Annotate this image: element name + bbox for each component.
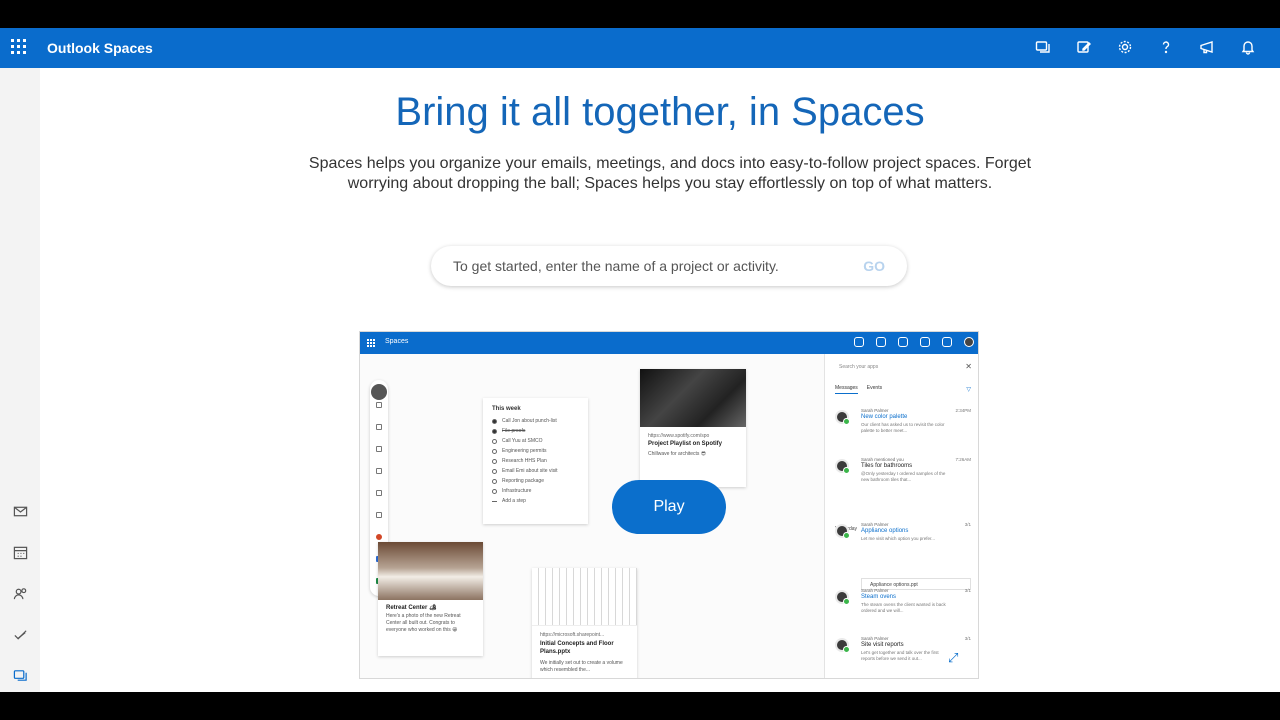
message-subject: Steam ovens <box>861 594 897 600</box>
todo-card: This week Call Jon about punch-list File… <box>483 398 588 524</box>
tab-events: Events <box>866 385 883 391</box>
avatar <box>835 524 850 539</box>
message-time: 3/1 <box>964 588 971 593</box>
retreat-title: Retreat Center 🏕 <box>386 605 437 611</box>
list-item: Engineering permits <box>492 446 579 456</box>
retreat-image <box>378 542 483 600</box>
list-item: Sarah Palmer 3/1 Steam ovens The steam o… <box>835 588 973 628</box>
play-button[interactable]: Play <box>612 480 726 534</box>
floorplan-title: Initial Concepts and Floor Plans.pptx <box>540 641 614 655</box>
spaces-app-icon[interactable] <box>11 666 29 684</box>
floorplan-card: https://microsoft.sharepoint... Initial … <box>532 568 637 678</box>
preview-app-title: Spaces <box>385 338 409 345</box>
message-subject: Tiles for bathrooms <box>861 463 913 469</box>
message-from: Sarah Palmer <box>861 636 889 641</box>
hero-title: Bring it all together, in Spaces <box>395 90 925 134</box>
message-time: 7:26AM <box>955 457 971 462</box>
close-icon: ✕ <box>965 362 972 371</box>
message-subject: New color palette <box>861 414 908 420</box>
list-item: Infrastructure <box>492 486 579 496</box>
people-icon[interactable] <box>11 584 29 602</box>
playlist-card: https://www.spotify.com/spo Project Play… <box>640 369 746 487</box>
calendar-icon[interactable] <box>11 543 29 561</box>
mail-icon[interactable] <box>11 502 29 520</box>
message-subject: Appliance options <box>861 528 909 534</box>
pane-search: Search your apps <box>839 364 879 370</box>
preview-avatar <box>371 384 387 400</box>
message-preview: The steam ovens the client wanted is bac… <box>861 602 946 613</box>
list-item: Research HHS Plan <box>492 456 579 466</box>
help-icon[interactable] <box>1156 37 1176 57</box>
project-name-input[interactable] <box>453 254 833 278</box>
list-item: Call Yuu at SMCO <box>492 436 579 446</box>
list-item: Email Emi about site visit <box>492 466 579 476</box>
message-from: Sarah Palmer <box>861 408 889 413</box>
playlist-title: Project Playlist on Spotify <box>648 441 723 447</box>
preview-top-bar: Spaces <box>360 332 978 354</box>
avatar <box>835 638 850 653</box>
tab-messages: Messages <box>835 385 858 394</box>
retreat-sub: Here's a photo of the new Retreat Center… <box>386 613 461 633</box>
preview-launcher-icon <box>367 339 375 347</box>
message-time: 2:34PM <box>955 408 971 413</box>
preview-toolbar-icons <box>854 337 974 347</box>
message-preview: Let me visit which option you prefer... <box>861 536 936 541</box>
message-preview: @Only yesterday I ordered samples of the… <box>861 471 946 482</box>
top-bar: Outlook Spaces <box>0 28 1280 68</box>
app-window: Outlook Spaces Bring it all together, in… <box>0 28 1280 692</box>
list-item: Add a step <box>492 496 579 506</box>
list-item: File proofs <box>492 426 579 436</box>
message-preview: Our client has asked us to revisit the c… <box>861 422 945 433</box>
message-time: 3/1 <box>964 636 971 641</box>
feedback-megaphone-icon[interactable] <box>1197 37 1217 57</box>
floorplan-url: https://microsoft.sharepoint... <box>540 632 605 638</box>
message-from: Sarah mentioned you <box>861 457 904 462</box>
spaces-icon[interactable] <box>1033 37 1053 57</box>
app-launcher-icon[interactable] <box>11 39 27 55</box>
avatar <box>835 459 850 474</box>
playlist-sub: Chillwave for architects 😎 <box>648 451 707 457</box>
todo-check-icon[interactable] <box>11 625 29 643</box>
avatar <box>835 590 850 605</box>
avatar <box>835 410 850 425</box>
list-item: Sarah mentioned you 7:26AM Tiles for bat… <box>835 457 973 497</box>
list-item: Call Jon about punch-list <box>492 416 579 426</box>
list-item: Sarah Palmer 3/1 Appliance options Let m… <box>835 522 973 562</box>
message-preview: Let's get together and talk over the fir… <box>861 650 939 661</box>
bell-icon[interactable] <box>1238 37 1258 57</box>
message-subject: Site visit reports <box>861 642 904 648</box>
preview-video[interactable]: Spaces This week Call Jon about punch-li… <box>359 331 979 679</box>
go-button[interactable]: GO <box>863 258 885 274</box>
playlist-image <box>640 369 746 427</box>
expand-icon: ⤢ <box>948 650 959 665</box>
compose-icon[interactable] <box>1074 37 1094 57</box>
floorplan-sub: We initially set out to create a volume … <box>540 660 623 673</box>
settings-gear-icon[interactable] <box>1115 37 1135 57</box>
messages-pane: Search your apps ✕ Messages Events ▽ Sar… <box>824 354 978 678</box>
filter-icon: ▽ <box>966 387 971 393</box>
app-title[interactable]: Outlook Spaces <box>47 40 153 56</box>
todo-header: This week <box>492 406 521 412</box>
retreat-card: Retreat Center 🏕 Here's a photo of the n… <box>378 542 483 656</box>
list-item: Sarah Palmer 2:34PM New color palette Ou… <box>835 408 973 448</box>
message-from: Sarah Palmer <box>861 588 889 593</box>
project-search-box: GO <box>431 246 907 286</box>
left-rail <box>0 68 40 692</box>
floorplan-image <box>532 568 637 626</box>
playlist-url: https://www.spotify.com/spo <box>648 433 710 439</box>
hero-description: Spaces helps you organize your emails, m… <box>308 155 1032 192</box>
message-time: 3/1 <box>964 522 971 527</box>
message-from: Sarah Palmer <box>861 522 889 527</box>
list-item: Reporting package <box>492 476 579 486</box>
